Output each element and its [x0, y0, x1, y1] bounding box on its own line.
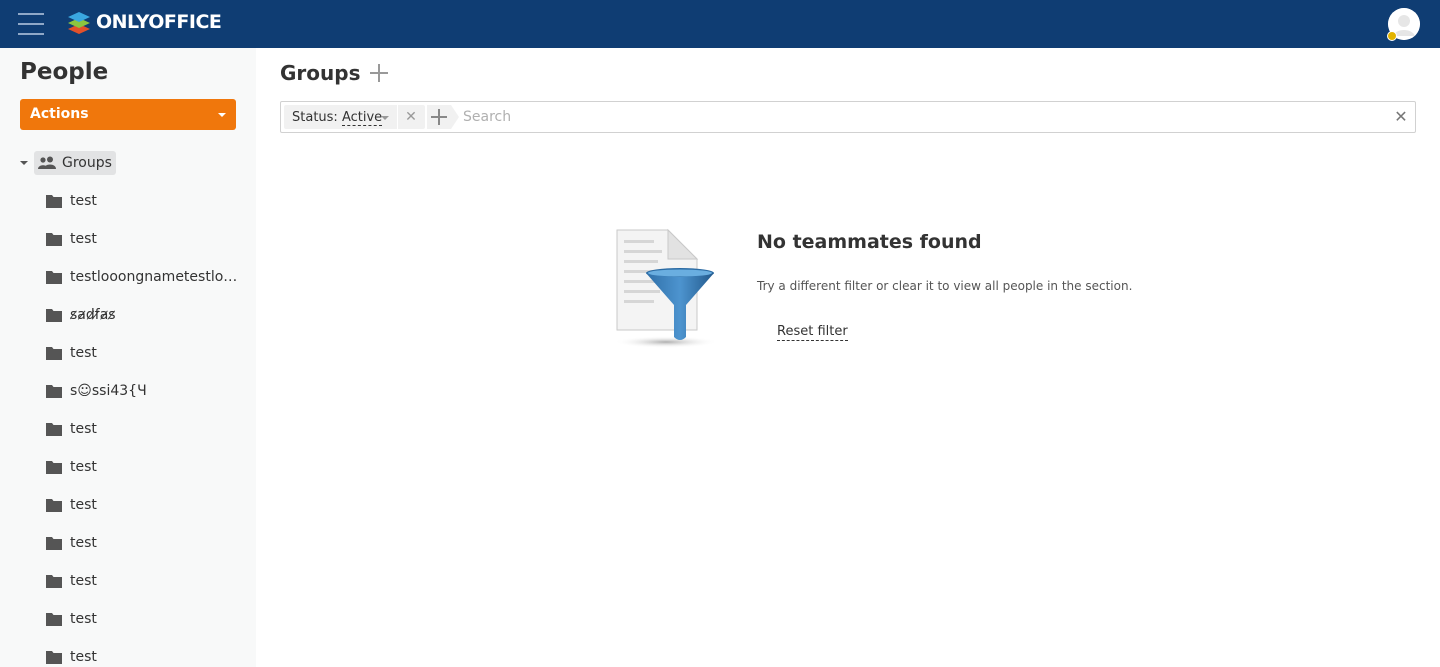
group-label: s☺ssi43{Ч [70, 383, 147, 399]
group-item[interactable]: s☺ssi43{Ч [46, 379, 246, 403]
folder-icon [46, 537, 62, 550]
empty-filter-illustration [614, 228, 718, 348]
status-filter-value[interactable]: Active [341, 110, 383, 126]
folder-icon [46, 651, 62, 664]
groups-tree-root: Groups [20, 151, 116, 175]
onlyoffice-logo-icon [68, 12, 90, 34]
add-group-icon[interactable] [369, 63, 389, 83]
folder-icon [46, 347, 62, 360]
actions-button[interactable]: Actions [20, 99, 236, 130]
group-label: test [70, 345, 97, 361]
tree-collapse-icon[interactable] [20, 161, 28, 165]
group-label: test [70, 421, 97, 437]
chip-divider [397, 105, 398, 129]
folder-icon [46, 195, 62, 208]
status-filter-chip[interactable]: Status: Active ✕ [284, 105, 425, 129]
group-item[interactable]: test [46, 569, 246, 593]
caret-down-icon [218, 113, 226, 117]
folder-icon [46, 423, 62, 436]
menu-icon[interactable] [18, 12, 44, 36]
group-item[interactable]: test [46, 189, 246, 213]
groups-tree-label: Groups [62, 155, 112, 171]
folder-icon [46, 613, 62, 626]
group-item[interactable]: test [46, 607, 246, 631]
groups-tree-item[interactable]: Groups [34, 151, 116, 175]
folder-icon [46, 385, 62, 398]
reset-filter-link[interactable]: Reset filter [777, 324, 848, 341]
group-item[interactable]: test [46, 227, 246, 251]
group-label: testlooongnametestlooongname [70, 269, 240, 285]
folder-icon [46, 271, 62, 284]
sidebar: People Actions Groups test test testlooo… [0, 48, 256, 667]
filter-arrow [451, 105, 459, 129]
group-label: test [70, 611, 97, 627]
people-group-icon [38, 156, 56, 169]
folder-icon [46, 499, 62, 512]
group-item[interactable]: test [46, 645, 246, 667]
group-item[interactable]: test [46, 493, 246, 517]
folder-icon [46, 309, 62, 322]
group-item[interactable]: test [46, 417, 246, 441]
sidebar-title: People [20, 59, 109, 85]
remove-filter-icon[interactable]: ✕ [404, 110, 418, 124]
logo-text: ONLYOFFICE [96, 11, 222, 33]
clear-search-icon[interactable]: ✕ [1393, 109, 1409, 125]
search-input[interactable] [463, 106, 1383, 128]
group-label: test [70, 459, 97, 475]
filter-bar: Status: Active ✕ ✕ [280, 101, 1416, 133]
empty-state-title: No teammates found [757, 231, 982, 253]
empty-state-description: Try a different filter or clear it to vi… [757, 279, 1133, 293]
caret-down-icon[interactable] [381, 116, 389, 120]
actions-label: Actions [30, 106, 89, 122]
notification-badge [1387, 31, 1397, 41]
status-filter-label[interactable]: Status: Active [292, 110, 383, 126]
product-logo[interactable]: ONLYOFFICE [66, 9, 222, 35]
group-label: test [70, 497, 97, 513]
group-label: test [70, 649, 97, 665]
group-label: s̷a̷d̷f̷a̷s̷ [70, 307, 116, 323]
group-item[interactable]: testlooongnametestlooongname [46, 265, 246, 289]
group-label: test [70, 573, 97, 589]
page-title: Groups [280, 61, 361, 85]
top-header: ONLYOFFICE [0, 0, 1440, 48]
folder-icon [46, 575, 62, 588]
folder-icon [46, 461, 62, 474]
folder-icon [46, 233, 62, 246]
group-item[interactable]: test [46, 455, 246, 479]
group-label: test [70, 535, 97, 551]
group-item[interactable]: test [46, 531, 246, 555]
group-item[interactable]: s̷a̷d̷f̷a̷s̷ [46, 303, 246, 327]
add-filter-button[interactable] [427, 105, 451, 129]
status-filter-key: Status: [292, 110, 338, 125]
group-label: test [70, 193, 97, 209]
group-label: test [70, 231, 97, 247]
group-item[interactable]: test [46, 341, 246, 365]
